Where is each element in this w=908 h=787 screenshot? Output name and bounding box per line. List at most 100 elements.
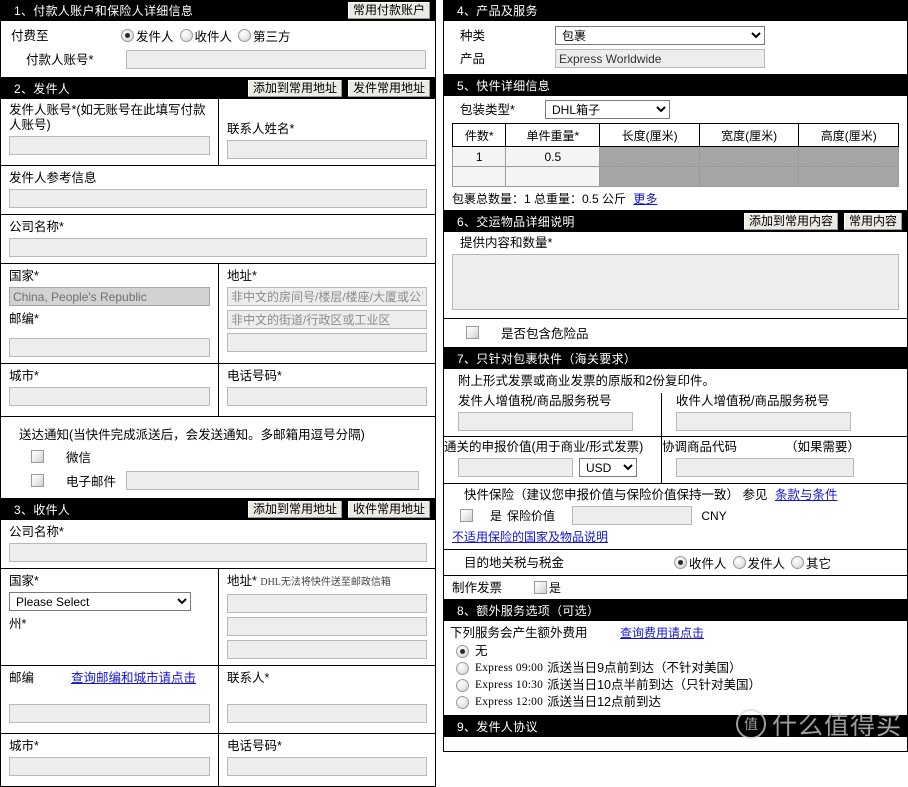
radio-icon[interactable]: [791, 556, 805, 569]
extra-service-option-1030[interactable]: Express 10:30 派送当日10点半前到达（只针对美国）: [450, 677, 899, 694]
shipper-company-input[interactable]: [9, 238, 427, 257]
checkbox-icon[interactable]: [31, 450, 44, 463]
receiver-address-line1-input[interactable]: [227, 594, 427, 613]
receiver-company-input[interactable]: [9, 543, 427, 562]
checkbox-icon[interactable]: [460, 509, 473, 522]
extra-service-option-1030-code: Express 10:30: [475, 679, 544, 691]
package-more-link[interactable]: 更多: [633, 192, 657, 206]
notify-email-input[interactable]: [126, 471, 419, 490]
checkbox-icon[interactable]: [466, 326, 479, 339]
frequent-payment-account-button[interactable]: 常用付款账户: [346, 1, 431, 20]
hs-code-input[interactable]: [676, 458, 854, 477]
package-totals-text: 包裹总数量：1 总重量：0.5 公斤: [452, 192, 627, 206]
radio-icon[interactable]: [674, 556, 687, 569]
section-3-title: 3、收件人: [14, 503, 71, 517]
insurance-exclusion-link[interactable]: 不适用保险的国家及物品说明: [452, 530, 608, 544]
checkbox-icon[interactable]: [534, 581, 547, 594]
cell-height: [798, 166, 899, 187]
fee-lookup-link[interactable]: 查询费用请点击: [620, 624, 704, 641]
shipper-city-input[interactable]: [9, 387, 210, 406]
shipper-postcode-input[interactable]: [9, 338, 210, 357]
left-column: 1、付款人账户和保险人详细信息 常用付款账户 付费至 发件人 收件人 第三方 付…: [0, 0, 436, 787]
hs-code-label: 协调商品代码: [662, 440, 738, 454]
radio-icon[interactable]: [456, 696, 469, 709]
section-5-header: 5、快件详细信息: [443, 75, 908, 96]
checkbox-icon[interactable]: [31, 474, 44, 487]
shipper-address-line1-input[interactable]: [227, 287, 427, 306]
shipper-address-line3-input[interactable]: [227, 333, 427, 352]
payto-option-receiver[interactable]: 收件人: [179, 26, 232, 45]
payto-option-shipper[interactable]: 发件人: [121, 26, 174, 45]
insurance-terms-link[interactable]: 条款与条件: [775, 488, 838, 502]
shipper-account-input[interactable]: [9, 136, 210, 155]
section-7-title: 7、只针对包裹快件（海关要求）: [457, 352, 637, 366]
shipper-phone-input[interactable]: [227, 387, 427, 406]
radio-icon[interactable]: [456, 645, 469, 658]
receiver-phone-input[interactable]: [227, 757, 427, 776]
dangerous-goods-row[interactable]: 是否包含危险品: [444, 319, 907, 347]
radio-icon[interactable]: [121, 29, 134, 42]
radio-icon[interactable]: [456, 679, 469, 692]
receiver-address-line2-input[interactable]: [227, 617, 427, 636]
shipper-country-input: [9, 287, 210, 306]
extra-service-option-none[interactable]: 无: [450, 643, 899, 660]
shipper-reference-row: 发件人参考信息: [1, 166, 435, 215]
radio-icon[interactable]: [732, 556, 746, 569]
receiver-addressbook-button[interactable]: 收件常用地址: [346, 500, 431, 519]
shipper-vat-input[interactable]: [458, 412, 633, 431]
cell-pieces[interactable]: [451, 166, 507, 187]
invoice-note: 附上形式发票或商业发票的原版和2份复印件。: [458, 374, 715, 388]
section-4-title: 4、产品及服务: [457, 4, 538, 18]
cell-length: [599, 146, 700, 167]
insurance-value-input[interactable]: [572, 506, 693, 525]
declared-currency-select[interactable]: USD: [579, 458, 637, 477]
duties-option-receiver[interactable]: 收件人: [674, 553, 727, 572]
radio-icon[interactable]: [456, 662, 469, 675]
payto-option-thirdparty[interactable]: 第三方: [238, 26, 291, 45]
notify-email-row[interactable]: 电子邮件: [9, 469, 427, 493]
duties-option-other[interactable]: 其它: [791, 553, 831, 572]
receiver-add-to-addressbook-button[interactable]: 添加到常用地址: [246, 500, 343, 519]
receiver-country-select[interactable]: Please Select: [9, 592, 191, 611]
receiver-city-input[interactable]: [9, 757, 210, 776]
frequent-content-button[interactable]: 常用内容: [842, 212, 903, 231]
section-6-header: 6、交运物品详细说明 添加到常用内容 常用内容: [443, 211, 908, 232]
vat-row: 发件人增值税/商品服务税号 收件人增值税/商品服务税号: [444, 393, 907, 437]
cell-weight[interactable]: [505, 166, 601, 187]
shipper-reference-input[interactable]: [9, 189, 427, 208]
extra-service-option-0900[interactable]: Express 09:00 派送当日9点前到达（不针对美国）: [450, 660, 899, 677]
declared-value-input[interactable]: [458, 458, 573, 477]
dhl-shipment-form: 1、付款人账户和保险人详细信息 常用付款账户 付费至 发件人 收件人 第三方 付…: [0, 0, 908, 787]
package-table-header-row: 件数* 单件重量* 长度(厘米) 宽度(厘米) 高度(厘米): [451, 123, 899, 147]
radio-icon[interactable]: [179, 29, 193, 42]
shipper-account-label: 发件人账号*(如无账号在此填写付款人账号): [9, 103, 206, 132]
duties-option-receiver-label: 收件人: [689, 557, 727, 571]
extra-service-option-1200-label: 派送当日12点前到达: [547, 695, 661, 709]
receiver-phone-label: 电话号码*: [227, 739, 282, 753]
extra-service-option-1200[interactable]: Express 12:00 派送当日12点前到达: [450, 694, 899, 711]
receiver-contact-input[interactable]: [227, 704, 427, 723]
postcode-city-lookup-link[interactable]: 查询邮编和城市请点击: [71, 670, 196, 686]
product-label: 产品: [460, 51, 486, 66]
payto-option-shipper-label: 发件人: [136, 30, 174, 44]
shipper-addressbook-button[interactable]: 发件常用地址: [346, 79, 431, 98]
make-invoice-label: 制作发票: [452, 580, 503, 595]
shipper-add-to-addressbook-button[interactable]: 添加到常用地址: [246, 79, 343, 98]
radio-icon[interactable]: [238, 29, 252, 42]
cell-weight[interactable]: 0.5: [505, 146, 601, 167]
shipper-contact-input[interactable]: [227, 140, 427, 159]
payer-account-input[interactable]: [126, 50, 426, 69]
cell-pieces[interactable]: 1: [451, 146, 507, 167]
receiver-vat-input[interactable]: [676, 412, 851, 431]
package-type-select[interactable]: DHL箱子: [545, 100, 670, 119]
shipper-address-line2-input[interactable]: [227, 310, 427, 329]
declared-value-row: 通关的申报价值(用于商业/形式发票) USD 协调商品代码 （如果需要）: [444, 437, 907, 484]
notify-wechat-row[interactable]: 微信: [9, 445, 427, 469]
add-to-frequent-content-button[interactable]: 添加到常用内容: [742, 212, 839, 231]
receiver-postcode-input[interactable]: [9, 704, 210, 723]
duties-option-shipper[interactable]: 发件人: [732, 553, 785, 572]
payto-option-thirdparty-label: 第三方: [253, 30, 291, 44]
content-description-textarea[interactable]: [452, 254, 899, 310]
product-type-select[interactable]: 包裹: [555, 26, 765, 45]
receiver-address-line3-input[interactable]: [227, 640, 427, 659]
